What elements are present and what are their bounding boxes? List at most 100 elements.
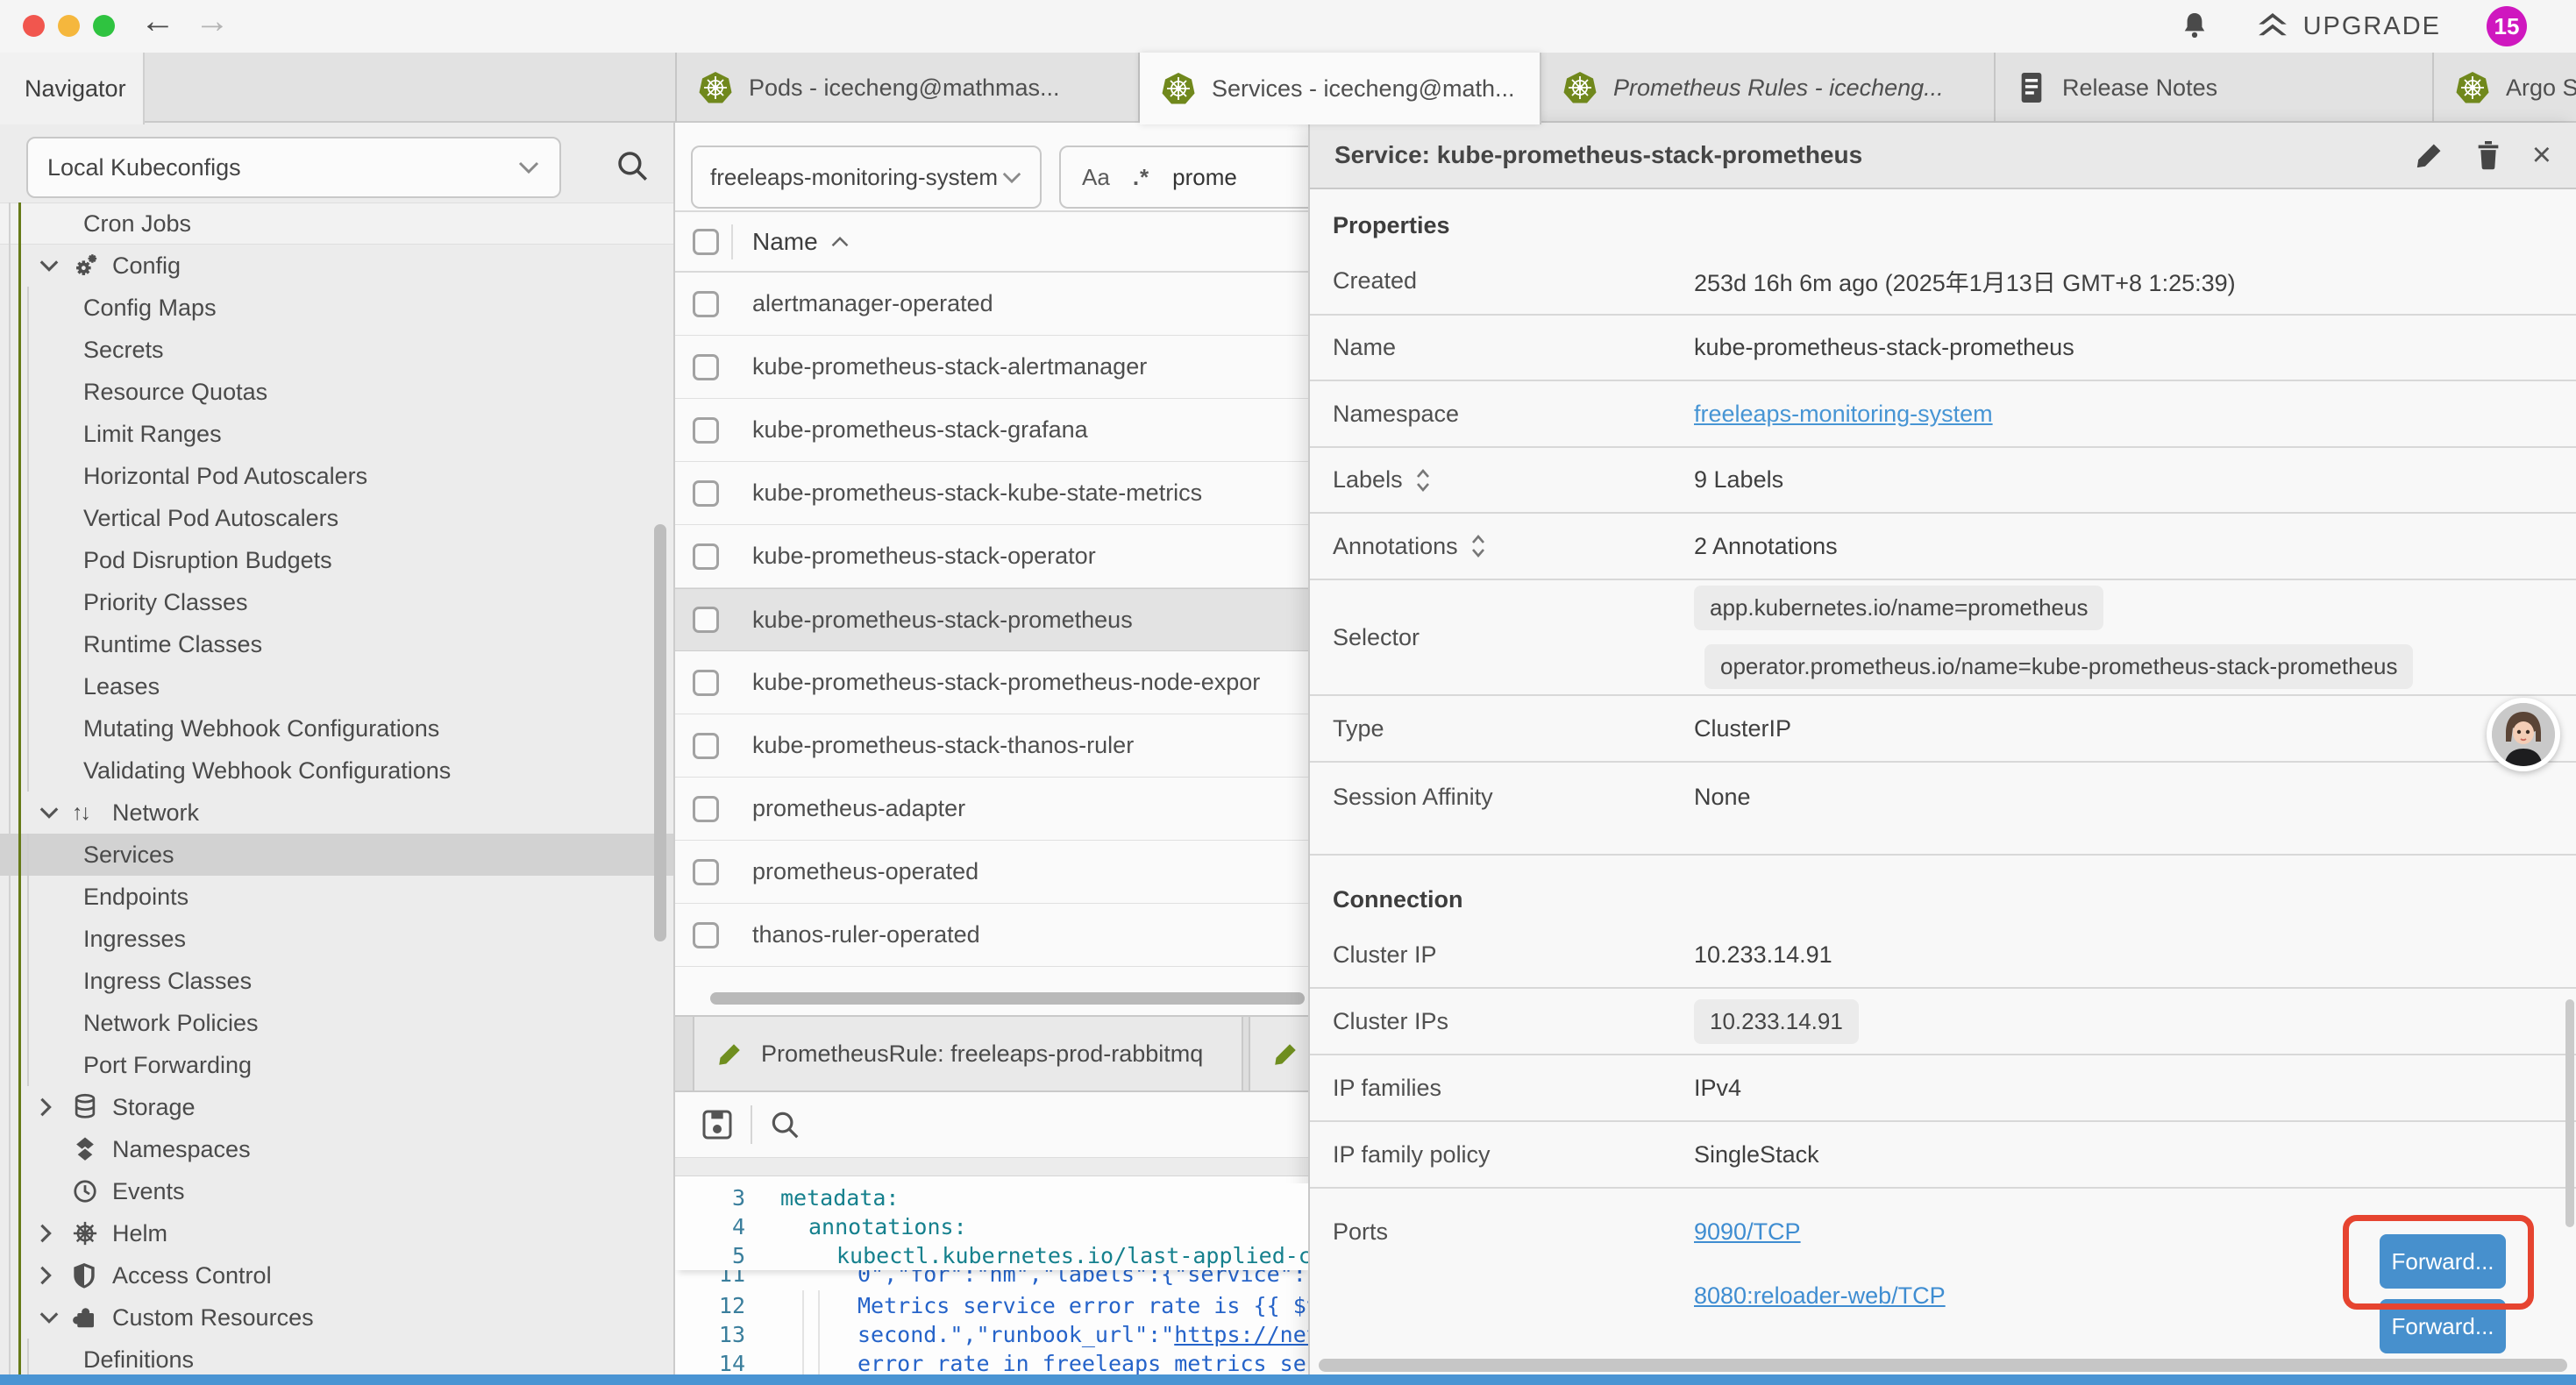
editor-tab-partial[interactable] (1249, 1017, 1308, 1090)
row-checkbox[interactable] (693, 733, 719, 759)
tab-release-notes[interactable]: Release Notes (1996, 53, 2434, 123)
tab-services[interactable]: Services - icecheng@math... (1140, 53, 1541, 124)
sidebar-item-priority-classes[interactable]: Priority Classes (0, 581, 673, 623)
table-row[interactable]: thanos-ruler-operated (675, 904, 1308, 967)
maximize-window-icon[interactable] (93, 15, 115, 37)
table-row[interactable]: kube-prometheus-stack-grafana (675, 399, 1308, 462)
tab-prometheus-rules[interactable]: Prometheus Rules - icecheng... (1541, 53, 1996, 123)
sidebar-item-port-forwarding[interactable]: Port Forwarding (0, 1044, 673, 1086)
table-row[interactable]: kube-prometheus-stack-prometheus-node-ex… (675, 651, 1308, 714)
editor-tab-prometheusrule[interactable]: PrometheusRule: freeleaps-prod-rabbitmq (693, 1017, 1243, 1090)
sidebar-item-mutating-webhook-configurations[interactable]: Mutating Webhook Configurations (0, 707, 673, 749)
namespace-link[interactable]: freeleaps-monitoring-system (1694, 401, 1993, 428)
sidebar-item-validating-webhook-configurations[interactable]: Validating Webhook Configurations (0, 749, 673, 792)
row-checkbox[interactable] (693, 859, 719, 885)
trash-icon[interactable] (2474, 139, 2502, 171)
back-arrow-icon[interactable] (140, 2, 175, 41)
tab-navigator[interactable]: Navigator (0, 53, 145, 124)
tab-pods[interactable]: Pods - icecheng@mathmas... (675, 53, 1140, 123)
row-checkbox[interactable] (693, 607, 719, 633)
chevron-right-icon[interactable] (39, 1265, 72, 1286)
table-row[interactable]: kube-prometheus-stack-operator (675, 525, 1308, 588)
port-link-9090[interactable]: 9090/TCP (1694, 1218, 1801, 1246)
sidebar-item-helm[interactable]: Helm (0, 1212, 673, 1254)
sidebar-item-ingress-classes[interactable]: Ingress Classes (0, 960, 673, 1002)
regex-toggle[interactable]: .* (1133, 164, 1149, 191)
row-checkbox[interactable] (693, 480, 719, 507)
editor-collapsed-band[interactable] (675, 1157, 1308, 1176)
yaml-editor[interactable]: 3 metadata: 4 annotations: 5 kubectl.kub… (675, 1176, 1308, 1385)
forward-arrow-icon[interactable] (195, 2, 230, 41)
editor-search-icon[interactable] (768, 1108, 801, 1141)
chevron-down-icon[interactable] (39, 259, 72, 273)
search-icon[interactable] (614, 147, 651, 184)
sidebar-item-limit-ranges[interactable]: Limit Ranges (0, 413, 673, 455)
runbook-url-link[interactable]: https://net (1174, 1322, 1308, 1347)
row-checkbox[interactable] (693, 543, 719, 570)
sidebar-item-namespaces[interactable]: Namespaces (0, 1128, 673, 1170)
upgrade-button[interactable]: UPGRADE (2256, 10, 2441, 43)
notification-count-badge[interactable]: 15 (2487, 6, 2527, 46)
detail-vertical-scrollbar[interactable] (2565, 999, 2574, 1227)
detail-horizontal-scrollbar[interactable] (1319, 1359, 2567, 1372)
editor-line: 4 annotations: (675, 1212, 1308, 1241)
sidebar-item-custom-resources[interactable]: Custom Resources (0, 1296, 673, 1339)
close-panel-icon[interactable] (2532, 138, 2551, 172)
editor-tab-strip: PrometheusRule: freeleaps-prod-rabbitmq (675, 1015, 1308, 1092)
bell-icon[interactable] (2179, 11, 2210, 42)
port-link-8080[interactable]: 8080:reloader-web/TCP (1694, 1282, 1946, 1310)
expand-updown-icon[interactable] (1415, 468, 1431, 493)
select-all-checkbox[interactable] (693, 229, 719, 255)
save-icon[interactable] (700, 1107, 735, 1142)
table-row-selected[interactable]: kube-prometheus-stack-prometheus (675, 588, 1308, 651)
table-row[interactable]: prometheus-operated (675, 841, 1308, 904)
sidebar-item-pod-disruption-budgets[interactable]: Pod Disruption Budgets (0, 539, 673, 581)
chevron-down-icon[interactable] (39, 806, 72, 820)
minimize-window-icon[interactable] (58, 15, 80, 37)
sidebar-item-ingresses[interactable]: Ingresses (0, 918, 673, 960)
filter-input[interactable]: Aa .* prome (1059, 146, 1308, 209)
row-checkbox[interactable] (693, 796, 719, 822)
sidebar-item-runtime-classes[interactable]: Runtime Classes (0, 623, 673, 665)
edit-pencil-icon[interactable] (2415, 140, 2444, 170)
sidebar-item-horizontal-pod-autoscalers[interactable]: Horizontal Pod Autoscalers (0, 455, 673, 497)
close-window-icon[interactable] (23, 15, 45, 37)
sidebar-item-resource-quotas[interactable]: Resource Quotas (0, 371, 673, 413)
row-checkbox[interactable] (693, 670, 719, 696)
row-checkbox[interactable] (693, 354, 719, 380)
sidebar-item-config-maps[interactable]: Config Maps (0, 287, 673, 329)
table-row[interactable]: kube-prometheus-stack-alertmanager (675, 336, 1308, 399)
user-avatar[interactable] (2487, 698, 2560, 771)
table-row[interactable]: kube-prometheus-stack-thanos-ruler (675, 714, 1308, 778)
sidebar-scrollbar[interactable] (654, 524, 666, 941)
table-row[interactable]: kube-prometheus-stack-kube-state-metrics (675, 462, 1308, 525)
chevron-right-icon[interactable] (39, 1097, 72, 1118)
chevron-right-icon[interactable] (39, 1223, 72, 1244)
table-horizontal-scrollbar[interactable] (710, 992, 1305, 1005)
editor-indent-guide (818, 1290, 820, 1385)
match-case-toggle[interactable]: Aa (1082, 164, 1110, 191)
sidebar-item-services[interactable]: Services (0, 834, 673, 876)
chevron-down-icon[interactable] (39, 1310, 72, 1325)
sidebar-item-secrets[interactable]: Secrets (0, 329, 673, 371)
expand-updown-icon[interactable] (1470, 534, 1486, 558)
row-checkbox[interactable] (693, 417, 719, 444)
sidebar-item-storage[interactable]: Storage (0, 1086, 673, 1128)
sidebar-item-network-policies[interactable]: Network Policies (0, 1002, 673, 1044)
row-checkbox[interactable] (693, 922, 719, 948)
row-checkbox[interactable] (693, 291, 719, 317)
table-row[interactable]: prometheus-adapter (675, 778, 1308, 841)
sidebar-item-leases[interactable]: Leases (0, 665, 673, 707)
name-column-header[interactable]: Name (752, 228, 850, 256)
sidebar-item-events[interactable]: Events (0, 1170, 673, 1212)
sidebar-item-cron-jobs[interactable]: Cron Jobs (0, 202, 673, 245)
kubeconfig-select[interactable]: Local Kubeconfigs (26, 137, 561, 198)
sidebar-item-network[interactable]: ↑↓ Network (0, 792, 673, 834)
table-row[interactable]: alertmanager-operated (675, 273, 1308, 336)
namespace-select[interactable]: freeleaps-monitoring-system (691, 146, 1042, 209)
sidebar-item-vertical-pod-autoscalers[interactable]: Vertical Pod Autoscalers (0, 497, 673, 539)
tab-argo[interactable]: Argo Se (2434, 53, 2576, 123)
sidebar-item-endpoints[interactable]: Endpoints (0, 876, 673, 918)
sidebar-item-config[interactable]: Config (0, 245, 673, 287)
sidebar-item-access-control[interactable]: Access Control (0, 1254, 673, 1296)
